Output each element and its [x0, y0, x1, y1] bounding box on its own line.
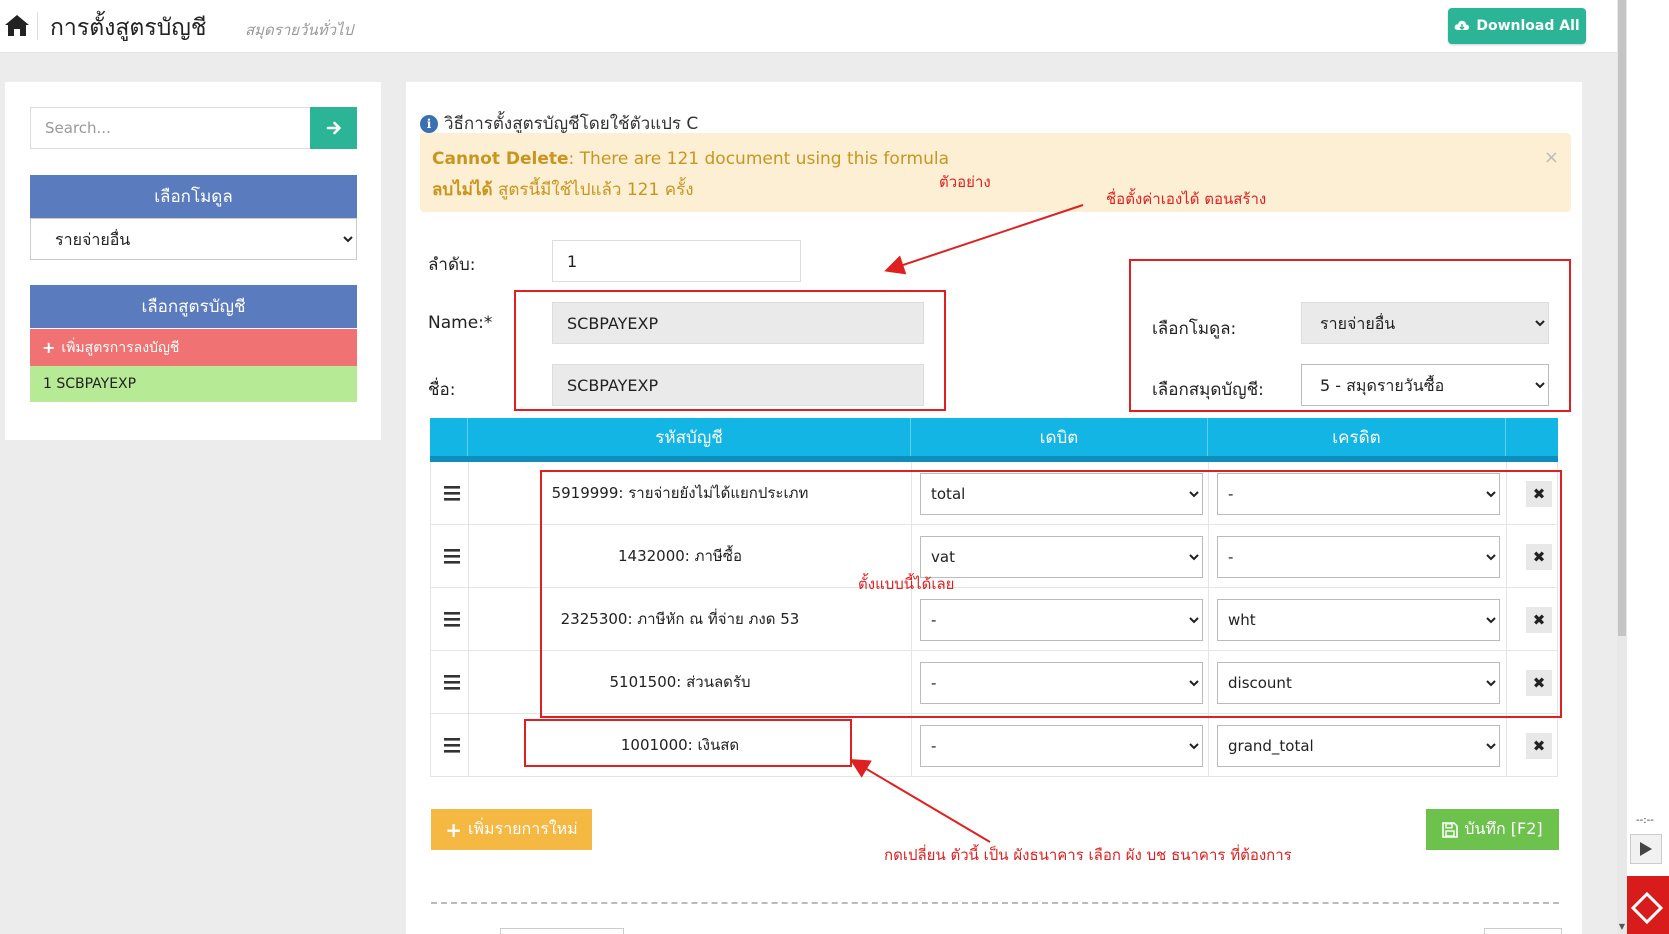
module-heading: เลือกโมดูล — [30, 175, 357, 218]
header-action-column — [1506, 418, 1558, 456]
save-button[interactable]: บันทึก [F2] — [1426, 809, 1559, 850]
media-time: --:-- — [1636, 815, 1654, 826]
credit-select[interactable]: grand_total — [1217, 725, 1500, 767]
scrollbar-thumb[interactable] — [1618, 0, 1626, 636]
drag-handle-icon[interactable] — [443, 483, 461, 503]
delete-row-button[interactable]: ✖ — [1526, 733, 1552, 759]
title-divider — [37, 12, 38, 40]
alert-line-2: ลบไม่ได้ สูตรนี้มีใช้ไปแล้ว 121 ครั้ง — [432, 180, 694, 200]
annotation-name-note: ชื่อตั้งค่าเองได้ ตอนสร้าง — [1106, 190, 1267, 208]
app-logo — [1627, 876, 1669, 934]
formula-list-item[interactable]: 1 SCBPAYEXP — [30, 366, 357, 402]
home-icon[interactable] — [4, 12, 30, 38]
order-field[interactable] — [552, 240, 801, 282]
close-icon[interactable]: × — [1544, 147, 1559, 168]
header-credit: เครดิต — [1208, 418, 1506, 456]
save-label: บันทึก [F2] — [1464, 819, 1543, 838]
name-label: Name:* — [428, 313, 493, 333]
play-icon — [1640, 842, 1652, 856]
plus-icon: + — [42, 338, 56, 357]
search-button[interactable] — [310, 107, 357, 149]
annotation-box-cash — [524, 719, 852, 767]
page-title: การตั้งสูตรบัญชี — [50, 15, 207, 41]
arrow-right-icon — [326, 121, 341, 135]
add-formula-button[interactable]: + เพิ่มสูตรการลงบัญชี — [30, 329, 357, 366]
formula-heading: เลือกสูตรบัญชี — [30, 285, 357, 328]
info-icon: i — [420, 114, 438, 133]
download-all-button[interactable]: Download All — [1448, 8, 1586, 44]
annotation-bank-note: กดเปลี่ยน ตัวนี้ เป็น ผังธนาคาร เลือก ผั… — [884, 846, 1292, 864]
table-header: รหัสบัญชี เดบิต เครดิต — [430, 418, 1558, 456]
drag-handle-icon[interactable] — [443, 609, 461, 629]
bottom-control-stub — [1484, 928, 1562, 934]
header-account: รหัสบัญชี — [468, 418, 911, 456]
diamond-logo-icon — [1630, 891, 1664, 925]
floppy-disk-icon — [1442, 821, 1459, 838]
page-subtitle: สมุดรายวันทั่วไป — [245, 21, 354, 39]
sidebar-module-select[interactable]: รายจ่ายอื่น — [30, 218, 357, 260]
media-play-button[interactable] — [1630, 834, 1662, 864]
bottom-control-stub — [500, 928, 624, 934]
annotation-rows-note: ตั้งแบบนี้ได้เลย — [858, 575, 955, 593]
header-debit: เดบิต — [911, 418, 1208, 456]
scroll-down-icon[interactable]: ▼ — [1617, 918, 1627, 934]
cloud-download-icon — [1454, 20, 1470, 30]
warning-alert: Cannot Delete: There are 121 document us… — [420, 133, 1571, 212]
media-overlay — [1627, 0, 1669, 934]
header-drag-column — [430, 418, 468, 456]
top-bar: การตั้งสูตรบัญชี สมุดรายวันทั่วไป Downlo… — [0, 0, 1617, 53]
debit-select[interactable]: - — [920, 725, 1203, 767]
annotation-box-name — [514, 290, 946, 411]
order-label: ลำดับ: — [428, 255, 476, 275]
drag-handle-icon[interactable] — [443, 735, 461, 755]
section-divider — [431, 902, 1559, 904]
add-row-label: เพิ่มรายการใหม่ — [468, 819, 578, 838]
add-formula-label: เพิ่มสูตรการลงบัญชี — [61, 339, 180, 356]
add-row-button[interactable]: + เพิ่มรายการใหม่ — [431, 809, 592, 850]
annotation-box-module — [1129, 259, 1571, 412]
download-all-label: Download All — [1476, 18, 1580, 34]
search-input[interactable] — [30, 107, 310, 149]
alert-line-1: Cannot Delete: There are 121 document us… — [432, 149, 949, 169]
thai-name-label: ชื่อ: — [428, 380, 456, 400]
drag-handle-icon[interactable] — [443, 546, 461, 566]
annotation-example: ตัวอย่าง — [939, 173, 991, 191]
plus-icon: + — [445, 817, 463, 842]
annotation-box-rows — [540, 470, 1562, 718]
drag-handle-icon[interactable] — [443, 672, 461, 692]
